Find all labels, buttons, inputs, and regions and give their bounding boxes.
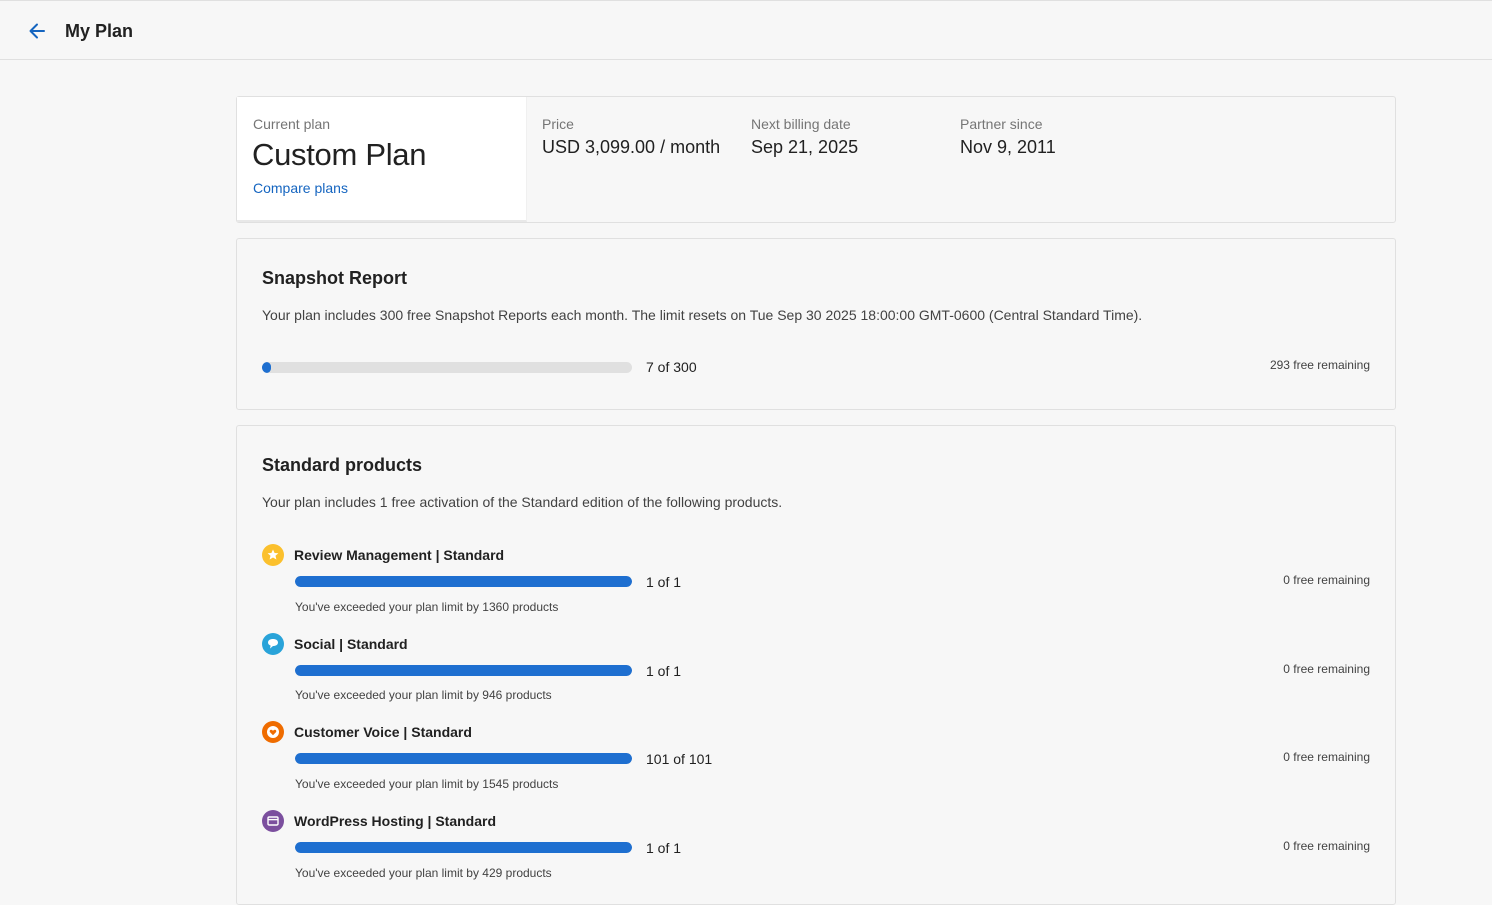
price-value: USD 3,099.00 / month xyxy=(542,137,721,157)
product-exceed-note: You've exceeded your plan limit by 429 p… xyxy=(295,866,552,880)
product-progress-bar xyxy=(295,753,632,764)
billing-stat: Next billing date Sep 21, 2025 xyxy=(751,116,858,158)
product-name: Customer Voice | Standard xyxy=(294,724,472,740)
snapshot-remaining: 293 free remaining xyxy=(1269,358,1370,372)
partner-stat: Partner since Nov 9, 2011 xyxy=(960,116,1056,158)
snapshot-report-card: Snapshot Report Your plan includes 300 f… xyxy=(236,238,1396,410)
product-remaining: 0 free remaining xyxy=(1283,662,1370,676)
product-exceed-note: You've exceeded your plan limit by 946 p… xyxy=(295,688,552,702)
back-button[interactable] xyxy=(24,18,50,44)
standard-products-description: Your plan includes 1 free activation of … xyxy=(262,494,783,510)
product-remaining: 0 free remaining xyxy=(1283,750,1370,764)
plan-name: Custom Plan xyxy=(252,137,427,172)
star-icon xyxy=(262,544,284,566)
product-progress-fill xyxy=(295,665,632,676)
product-remaining: 0 free remaining xyxy=(1283,839,1370,853)
snapshot-description: Your plan includes 300 free Snapshot Rep… xyxy=(262,307,1143,323)
product-remaining: 0 free remaining xyxy=(1283,573,1370,587)
product-count: 1 of 1 xyxy=(646,840,682,856)
heart-icon xyxy=(262,721,284,743)
product-progress-fill xyxy=(295,576,632,587)
standard-products-title: Standard products xyxy=(262,455,423,475)
chat-bubble-icon xyxy=(262,633,284,655)
product-name: Social | Standard xyxy=(294,636,408,652)
partner-since-label: Partner since xyxy=(960,116,1043,132)
product-exceed-note: You've exceeded your plan limit by 1545 … xyxy=(295,777,559,791)
product-exceed-note: You've exceeded your plan limit by 1360 … xyxy=(295,600,559,614)
snapshot-title: Snapshot Report xyxy=(262,268,408,288)
product-progress-fill xyxy=(295,842,632,853)
snapshot-progress-bar xyxy=(262,362,632,373)
billing-date-label: Next billing date xyxy=(751,116,851,132)
product-progress-fill xyxy=(295,753,632,764)
product-name: Review Management | Standard xyxy=(294,547,505,563)
snapshot-progress-fill xyxy=(262,362,271,373)
product-count: 101 of 101 xyxy=(646,751,713,767)
billing-date-value: Sep 21, 2025 xyxy=(751,137,859,157)
top-bar: My Plan xyxy=(0,0,1492,60)
product-count: 1 of 1 xyxy=(646,574,682,590)
product-name: WordPress Hosting | Standard xyxy=(294,813,497,829)
snapshot-count: 7 of 300 xyxy=(646,359,697,375)
product-progress-bar xyxy=(295,576,632,587)
plan-summary-card: Current plan Custom Plan Compare plans P… xyxy=(236,96,1396,223)
standard-products-card: Standard products Your plan includes 1 f… xyxy=(236,425,1396,905)
current-plan-panel: Current plan Custom Plan Compare plans xyxy=(237,97,527,222)
product-progress-bar xyxy=(295,665,632,676)
product-count: 1 of 1 xyxy=(646,663,682,679)
page-title: My Plan xyxy=(65,21,134,41)
product-progress-bar xyxy=(295,842,632,853)
current-plan-label: Current plan xyxy=(253,116,331,132)
browser-window-icon xyxy=(262,810,284,832)
price-label: Price xyxy=(542,116,574,132)
arrow-left-icon xyxy=(29,23,45,39)
price-stat: Price USD 3,099.00 / month xyxy=(542,116,720,158)
compare-plans-link[interactable]: Compare plans xyxy=(253,180,348,196)
partner-since-value: Nov 9, 2011 xyxy=(960,137,1056,157)
